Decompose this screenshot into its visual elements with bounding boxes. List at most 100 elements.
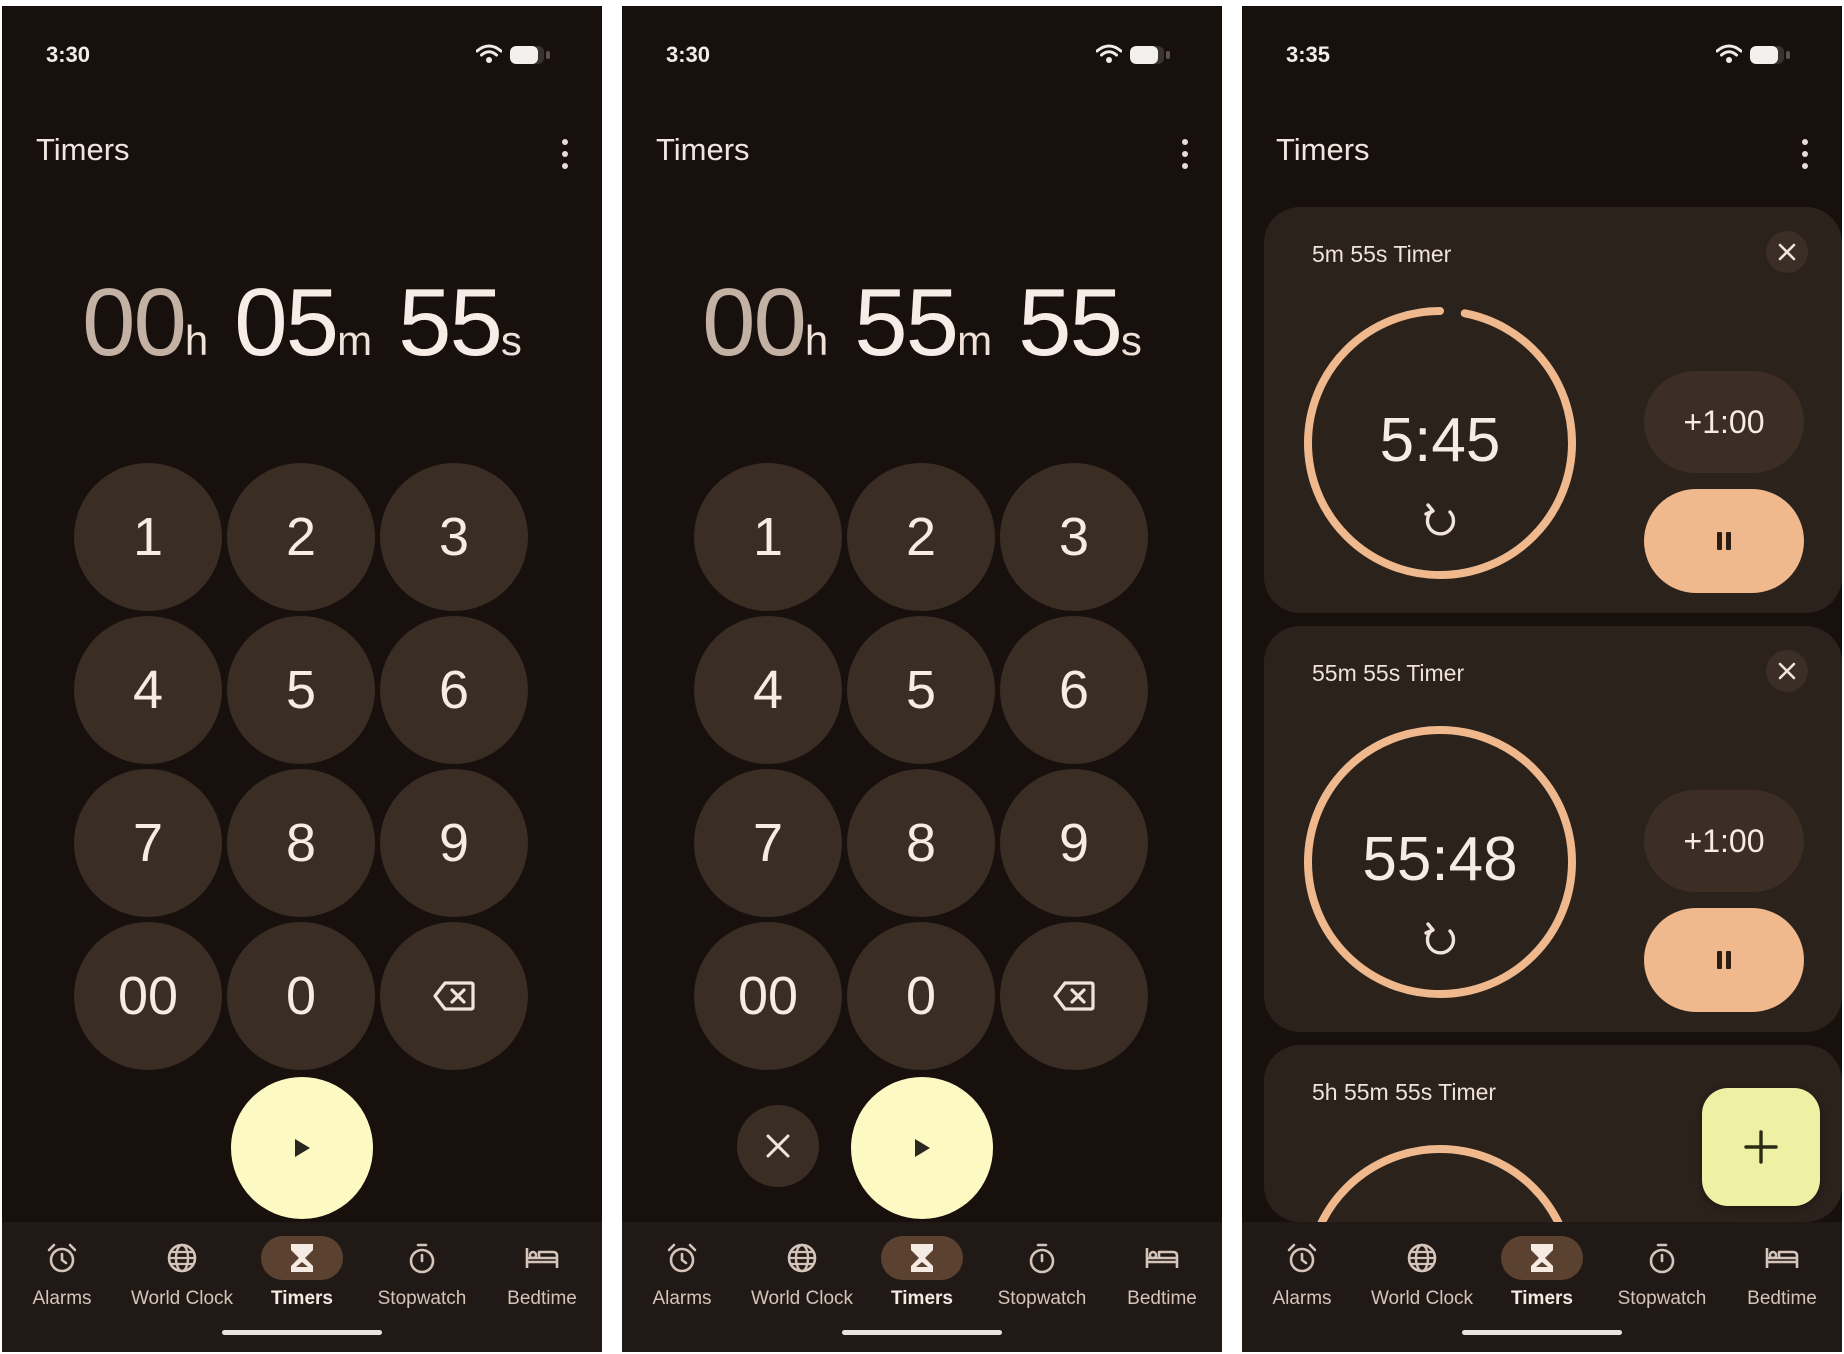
reset-icon[interactable] <box>1419 499 1461 541</box>
nav-world-clock[interactable]: World Clock <box>742 1222 862 1332</box>
nav-label-world-clock: World Clock <box>750 1288 854 1309</box>
hourglass-icon <box>291 1244 313 1272</box>
nav-world-clock[interactable]: World Clock <box>122 1222 242 1332</box>
key-2[interactable]: 2 <box>847 463 995 611</box>
status-time: 3:30 <box>666 42 711 67</box>
plus-icon <box>1744 1130 1778 1164</box>
key-4[interactable]: 4 <box>74 616 222 764</box>
hours-value: 00 <box>82 269 187 376</box>
alarm-icon <box>1287 1243 1317 1273</box>
nav-label-stopwatch: Stopwatch <box>997 1288 1087 1309</box>
nav-label-bedtime: Bedtime <box>1127 1288 1197 1309</box>
close-icon <box>1778 243 1796 261</box>
running-timers-screen: 3:35 Timers 5m 55s Timer 5:45 +1:00 55m … <box>1242 6 1842 1352</box>
key-6[interactable]: 6 <box>1000 616 1148 764</box>
key-9[interactable]: 9 <box>1000 769 1148 917</box>
add-minute-button[interactable]: +1:00 <box>1644 790 1804 892</box>
timer-card: 5m 55s Timer 5:45 +1:00 <box>1264 207 1842 613</box>
pause-button[interactable] <box>1644 908 1804 1012</box>
key-9[interactable]: 9 <box>380 769 528 917</box>
key-8[interactable]: 8 <box>847 769 995 917</box>
add-minute-button[interactable]: +1:00 <box>1644 371 1804 473</box>
nav-timers[interactable]: Timers <box>242 1222 362 1332</box>
add-timer-button[interactable] <box>1702 1088 1820 1206</box>
home-indicator[interactable] <box>1462 1330 1622 1335</box>
timer-name: 5h 55m 55s Timer <box>1312 1079 1497 1105</box>
nav-label-bedtime: Bedtime <box>1747 1288 1817 1309</box>
nav-label-timers: Timers <box>1511 1288 1573 1309</box>
alarm-icon <box>667 1243 697 1273</box>
key-1[interactable]: 1 <box>74 463 222 611</box>
seconds-unit: s <box>1120 317 1142 364</box>
key-4[interactable]: 4 <box>694 616 842 764</box>
timer-setup-screen: 3:30 Timers 00h 55m 55s 1 2 3 4 5 6 7 8 9 … <box>622 6 1222 1352</box>
nav-bedtime[interactable]: Bedtime <box>482 1222 602 1332</box>
home-indicator[interactable] <box>222 1330 382 1335</box>
key-8[interactable]: 8 <box>227 769 375 917</box>
nav-bedtime[interactable]: Bedtime <box>1102 1222 1222 1332</box>
nav-timers[interactable]: Timers <box>1482 1222 1602 1332</box>
stopwatch-icon <box>1029 1243 1055 1274</box>
nav-stopwatch[interactable]: Stopwatch <box>362 1222 482 1332</box>
more-options-icon[interactable] <box>550 134 580 174</box>
nav-stopwatch[interactable]: Stopwatch <box>1602 1222 1722 1332</box>
backspace-button[interactable] <box>380 922 528 1070</box>
hours-unit: h <box>184 317 209 364</box>
seconds-value: 55 <box>1018 269 1123 376</box>
clear-button[interactable] <box>737 1105 819 1187</box>
home-indicator[interactable] <box>842 1330 1002 1335</box>
nav-world-clock[interactable]: World Clock <box>1362 1222 1482 1332</box>
duration-display: 00h 05m 55s <box>2 268 602 378</box>
timer-setup-screen: 3:30 Timers 00h 05m 55s 1 2 3 4 5 6 7 8 9 … <box>2 6 602 1352</box>
key-2[interactable]: 2 <box>227 463 375 611</box>
nav-alarms[interactable]: Alarms <box>2 1222 122 1332</box>
wifi-icon <box>1096 44 1122 63</box>
nav-label-world-clock: World Clock <box>130 1288 234 1309</box>
more-options-icon[interactable] <box>1790 134 1820 174</box>
minutes-value: 05 <box>234 269 339 376</box>
more-options-icon[interactable] <box>1170 134 1200 174</box>
key-3[interactable]: 3 <box>1000 463 1148 611</box>
nav-label-stopwatch: Stopwatch <box>377 1288 467 1309</box>
globe-icon <box>1407 1243 1437 1273</box>
hourglass-icon <box>911 1244 933 1272</box>
hours-value: 00 <box>702 269 807 376</box>
key-00[interactable]: 00 <box>694 922 842 1070</box>
key-1[interactable]: 1 <box>694 463 842 611</box>
key-3[interactable]: 3 <box>380 463 528 611</box>
nav-label-world-clock: World Clock <box>1370 1288 1474 1309</box>
key-5[interactable]: 5 <box>847 616 995 764</box>
globe-icon <box>787 1243 817 1273</box>
nav-bedtime[interactable]: Bedtime <box>1722 1222 1842 1332</box>
key-7[interactable]: 7 <box>694 769 842 917</box>
battery-icon <box>1130 46 1170 64</box>
alarm-icon <box>47 1243 77 1273</box>
reset-icon[interactable] <box>1419 918 1461 960</box>
hourglass-icon <box>1531 1244 1553 1272</box>
nav-stopwatch[interactable]: Stopwatch <box>982 1222 1102 1332</box>
nav-label-bedtime: Bedtime <box>507 1288 577 1309</box>
play-icon <box>295 1139 310 1157</box>
wifi-icon <box>476 44 502 63</box>
nav-timers[interactable]: Timers <box>862 1222 982 1332</box>
key-0[interactable]: 0 <box>847 922 995 1070</box>
key-0[interactable]: 0 <box>227 922 375 1070</box>
delete-timer-button[interactable] <box>1766 650 1808 692</box>
backspace-button[interactable] <box>1000 922 1148 1070</box>
key-7[interactable]: 7 <box>74 769 222 917</box>
nav-alarms[interactable]: Alarms <box>1242 1222 1362 1332</box>
bed-icon <box>1145 1248 1179 1268</box>
nav-alarms[interactable]: Alarms <box>622 1222 742 1332</box>
key-00[interactable]: 00 <box>74 922 222 1070</box>
close-icon <box>1778 662 1796 680</box>
start-button[interactable] <box>851 1077 993 1219</box>
pause-icon <box>1717 532 1731 550</box>
key-5[interactable]: 5 <box>227 616 375 764</box>
minutes-unit: m <box>957 317 993 364</box>
start-button[interactable] <box>231 1077 373 1219</box>
delete-timer-button[interactable] <box>1766 231 1808 273</box>
backspace-icon <box>1053 981 1095 1011</box>
nav-label-timers: Timers <box>271 1288 333 1309</box>
key-6[interactable]: 6 <box>380 616 528 764</box>
pause-button[interactable] <box>1644 489 1804 593</box>
